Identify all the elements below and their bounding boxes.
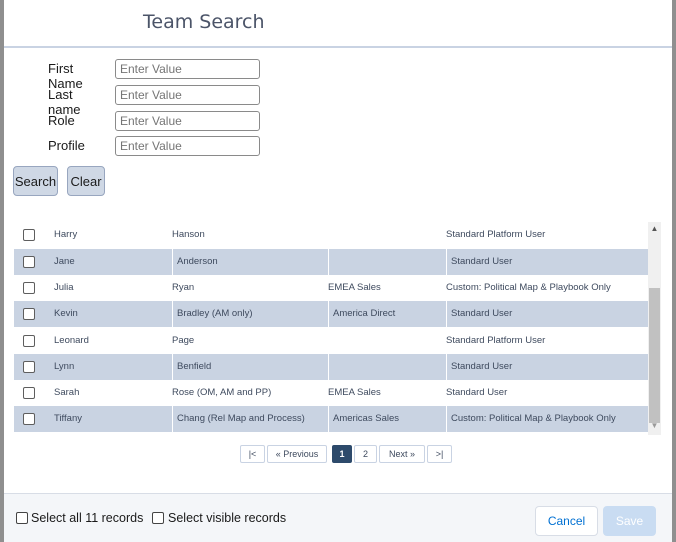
first-name-cell: Leonard: [54, 335, 89, 346]
select-visible-checkbox[interactable]: [152, 512, 164, 524]
table-row[interactable]: Sarah Rose (OM, AM and PP) EMEA Sales St…: [14, 380, 648, 407]
row-checkbox[interactable]: [23, 361, 35, 373]
first-name-cell: Jane: [54, 256, 75, 267]
profile-cell: Standard User: [446, 249, 648, 275]
cancel-button[interactable]: Cancel: [535, 506, 598, 536]
first-name-cell: Kevin: [54, 308, 78, 319]
save-button[interactable]: Save: [603, 506, 656, 536]
last-name-input[interactable]: [115, 85, 260, 105]
first-name-cell: Sarah: [54, 387, 80, 398]
profile-label: Profile: [48, 138, 85, 153]
modal-header: Team Search: [4, 0, 672, 48]
table-row[interactable]: Tiffany Chang (Rel Map and Process) Amer…: [14, 406, 648, 433]
role-cell: America Direct: [328, 301, 445, 327]
row-checkbox[interactable]: [23, 335, 35, 347]
role-cell: EMEA Sales: [328, 387, 381, 398]
last-name-cell: Bradley (AM only): [172, 301, 327, 327]
table-row[interactable]: Lynn Benfield Standard User: [14, 354, 648, 381]
role-label: Role: [48, 113, 75, 128]
scroll-down-arrow-icon[interactable]: ▼: [648, 421, 661, 433]
scroll-thumb[interactable]: [649, 288, 660, 423]
clear-button[interactable]: Clear: [67, 166, 105, 196]
last-name-cell: Rose (OM, AM and PP): [172, 387, 272, 398]
profile-cell: Standard User: [446, 301, 648, 327]
row-checkbox[interactable]: [23, 256, 35, 268]
profile-input[interactable]: [115, 136, 260, 156]
search-button[interactable]: Search: [13, 166, 58, 196]
pagination: |< « Previous 1 2 Next » >|: [4, 445, 672, 463]
previous-page-button[interactable]: « Previous: [267, 445, 327, 463]
role-cell: [328, 222, 440, 248]
first-name-cell: Tiffany: [54, 413, 82, 424]
row-checkbox[interactable]: [23, 308, 35, 320]
table-row[interactable]: Julia Ryan EMEA Sales Custom: Political …: [14, 275, 648, 302]
profile-cell: Custom: Political Map & Playbook Only: [446, 282, 611, 293]
last-name-cell: Hanson: [172, 229, 205, 240]
role-input[interactable]: [115, 111, 260, 131]
table-row[interactable]: Kevin Bradley (AM only) America Direct S…: [14, 301, 648, 328]
profile-cell: Custom: Political Map & Playbook Only: [446, 406, 648, 432]
last-name-cell: Ryan: [172, 282, 195, 293]
select-all-label[interactable]: Select all 11 records: [31, 511, 143, 525]
row-checkbox[interactable]: [23, 229, 35, 241]
row-checkbox[interactable]: [23, 387, 35, 399]
team-search-modal: Team Search First Name Last name Role Pr…: [4, 0, 672, 542]
table-row[interactable]: Harry Hanson Standard Platform User: [14, 222, 648, 249]
table-row[interactable]: Leonard Page Standard Platform User: [14, 328, 648, 355]
role-cell: [328, 249, 445, 275]
next-page-button[interactable]: Next »: [379, 445, 425, 463]
role-cell: Americas Sales: [328, 406, 445, 432]
scroll-up-arrow-icon[interactable]: ▲: [648, 224, 661, 236]
row-checkbox[interactable]: [23, 413, 35, 425]
last-name-cell: Page: [172, 335, 195, 346]
modal-title: Team Search: [143, 11, 265, 33]
profile-cell: Standard User: [446, 387, 508, 398]
role-cell: EMEA Sales: [328, 282, 381, 293]
last-name-cell: Chang (Rel Map and Process): [172, 406, 327, 432]
first-page-button[interactable]: |<: [240, 445, 265, 463]
select-all-checkbox[interactable]: [16, 512, 28, 524]
select-visible-label[interactable]: Select visible records: [168, 511, 286, 525]
first-name-cell: Harry: [54, 229, 78, 240]
profile-cell: Standard Platform User: [446, 229, 546, 240]
last-name-cell: Anderson: [172, 249, 327, 275]
role-cell: [328, 328, 440, 354]
table-row[interactable]: Jane Anderson Standard User: [14, 249, 648, 276]
first-name-input[interactable]: [115, 59, 260, 79]
last-page-button[interactable]: >|: [427, 445, 452, 463]
role-cell: [328, 354, 445, 380]
first-name-cell: Julia: [54, 282, 74, 293]
page-2-button[interactable]: 2: [354, 445, 377, 463]
last-name-cell: Benfield: [172, 354, 327, 380]
row-checkbox[interactable]: [23, 282, 35, 294]
modal-footer: Select all 11 records Select visible rec…: [4, 493, 672, 542]
first-name-cell: Lynn: [54, 361, 75, 372]
page-1-button[interactable]: 1: [332, 445, 352, 463]
results-table: Harry Hanson Standard Platform User Jane…: [14, 222, 648, 435]
table-scrollbar[interactable]: ▲ ▼: [648, 222, 661, 435]
profile-cell: Standard User: [446, 354, 648, 380]
profile-cell: Standard Platform User: [446, 335, 546, 346]
